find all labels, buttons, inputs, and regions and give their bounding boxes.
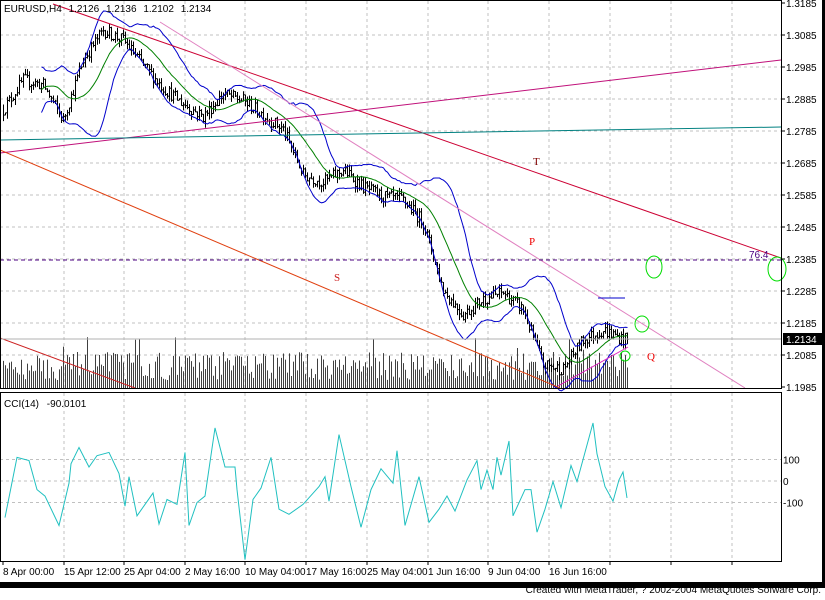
time-tick-label: 10 May 04:00 <box>245 567 306 578</box>
cci-line <box>4 422 628 560</box>
label-t: T <box>533 156 540 168</box>
cci-tick-label: -100 <box>783 499 803 510</box>
ohlc-open: 1.2126 <box>69 4 100 15</box>
price-tick-label: 1.3185 <box>786 0 817 10</box>
price-bars <box>3 23 629 381</box>
time-tick-label: 15 Apr 12:00 <box>64 567 121 578</box>
ohlc-low: 1.2102 <box>143 4 174 15</box>
price-tick-label: 1.3085 <box>786 31 817 42</box>
price-tick-label: 1.2285 <box>786 287 817 298</box>
price-tick-label: 1.2485 <box>786 223 817 234</box>
bollinger-bands <box>41 10 628 392</box>
time-tick-label: 17 May 16:00 <box>306 567 367 578</box>
current-price-label: 1.2134 <box>786 335 817 346</box>
trendline-pink[interactable] <box>159 21 746 389</box>
fib-label: 76.4 <box>749 250 769 261</box>
price-tick-label: 1.2985 <box>786 63 817 74</box>
symbol-header: EURUSD,H4 1.2126 1.2136 1.2102 1.2134 <box>4 4 212 15</box>
cci-label: CCI(14) <box>4 399 39 410</box>
ohlc-close: 1.2134 <box>181 4 212 15</box>
cci-header: CCI(14) -90.0101 <box>4 399 87 410</box>
cci-tick-label: 100 <box>783 456 800 467</box>
cci-panel: 100 0 -100 <box>0 422 803 560</box>
time-tick-label: 8 Apr 00:00 <box>3 567 55 578</box>
ohlc-high: 1.2136 <box>106 4 137 15</box>
time-tick-label: 16 Jun 16:00 <box>549 567 607 578</box>
trendline-magenta[interactable] <box>0 59 782 154</box>
time-tick-label: 1 Jun 16:00 <box>428 567 481 578</box>
price-tick-label: 1.2385 <box>786 255 817 266</box>
time-tick-label: 25 May 04:00 <box>367 567 428 578</box>
volume-histogram <box>3 337 628 388</box>
price-tick-label: 1.2885 <box>786 95 817 106</box>
time-tick-label: 25 Apr 04:00 <box>124 567 181 578</box>
price-tick-label: 1.2185 <box>786 319 817 330</box>
price-tick-label: 1.2785 <box>786 127 817 138</box>
price-tick-label: 1.1985 <box>786 383 817 394</box>
price-tick-label: 1.2085 <box>786 351 817 362</box>
chart-canvas: T P S Q 76.4 100 0 -100 1.2134 1.3185 1.308… <box>0 0 825 588</box>
price-tick-label: 1.2685 <box>786 159 817 170</box>
cci-tick-label: 0 <box>783 477 789 488</box>
cci-value: -90.0101 <box>47 399 87 410</box>
price-tick-label: 1.2585 <box>786 191 817 202</box>
time-tick-label: 2 May 16:00 <box>185 567 240 578</box>
grid <box>0 1 781 561</box>
axes: 1.3185 1.3085 1.2985 1.2885 1.2785 1.2685 1.25… <box>2 0 817 578</box>
label-q: Q <box>647 351 655 363</box>
symbol-label: EURUSD,H4 <box>4 4 62 15</box>
trendline-teal[interactable] <box>0 126 782 141</box>
bollinger-middle <box>41 37 628 363</box>
time-tick-label: 9 Jun 04:00 <box>488 567 541 578</box>
label-s: S <box>334 272 340 284</box>
circle-marker[interactable] <box>767 256 787 282</box>
cci-panel-frame <box>0 392 782 562</box>
bollinger-upper <box>41 10 628 347</box>
trendline-orange[interactable] <box>0 149 561 389</box>
footer-credit: Created with MetaTrader, ? 2002-2004 Met… <box>525 585 821 596</box>
bollinger-lower <box>41 48 628 392</box>
label-p: P <box>529 236 535 248</box>
